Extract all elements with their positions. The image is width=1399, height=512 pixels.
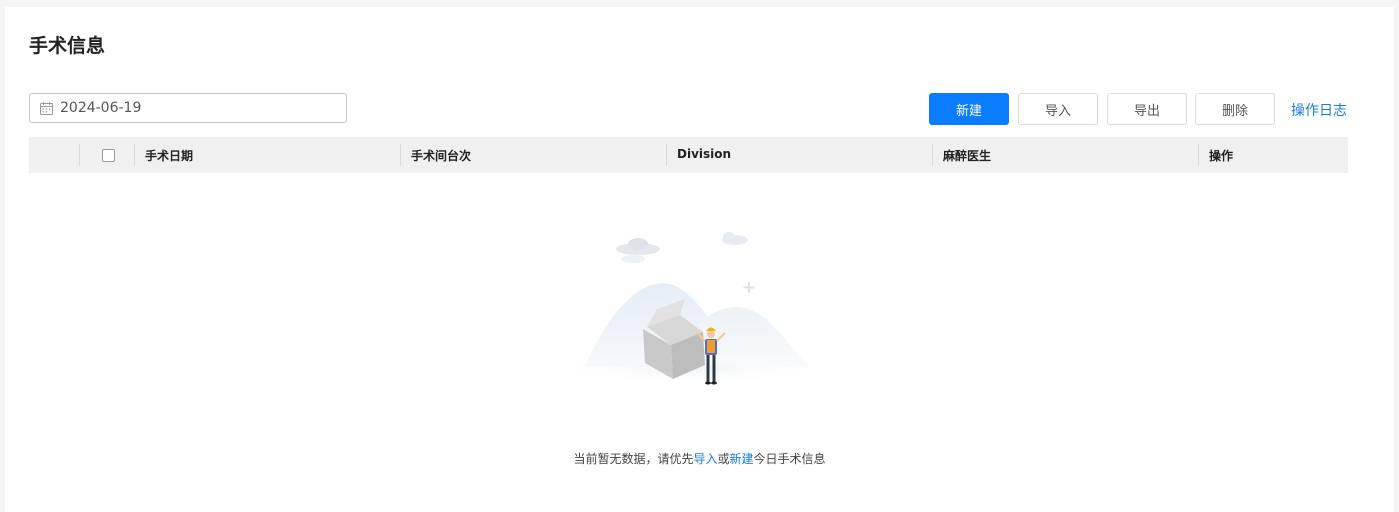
export-button[interactable]: 导出 <box>1107 93 1187 125</box>
empty-text-suffix: 今日手术信息 <box>753 452 826 466</box>
column-header-actions: 操作 <box>1209 149 1234 163</box>
column-header-division[interactable]: Division <box>677 147 731 161</box>
column-header-surgery-date[interactable]: 手术日期 <box>145 147 193 164</box>
empty-state-illustration <box>550 232 830 385</box>
empty-text-or: 或 <box>717 452 730 466</box>
empty-import-link[interactable]: 导入 <box>693 452 717 466</box>
import-button[interactable]: 导入 <box>1018 93 1098 125</box>
column-divider <box>400 144 401 166</box>
column-header-room-sequence[interactable]: 手术间台次 <box>411 147 471 164</box>
table-header: 手术日期 手术间台次 Division 麻醉医生 操作 <box>29 137 1348 173</box>
empty-state-message: 当前暂无数据，请优先导入或新建今日手术信息 <box>5 450 1394 467</box>
column-header-anesthesiologist[interactable]: 麻醉医生 <box>943 147 991 164</box>
calendar-icon <box>40 101 53 115</box>
column-divider <box>79 144 80 166</box>
delete-button[interactable]: 删除 <box>1195 93 1275 125</box>
date-picker[interactable] <box>29 93 347 123</box>
empty-new-link[interactable]: 新建 <box>730 452 754 466</box>
column-divider <box>666 144 667 166</box>
main-panel: 手术信息 新建 导入 导出 删除 操作日志 手术日期 手术间台次 Divisio… <box>5 7 1394 512</box>
new-button[interactable]: 新建 <box>929 93 1009 125</box>
operation-log-link[interactable]: 操作日志 <box>1291 100 1347 120</box>
empty-text-prefix: 当前暂无数据，请优先 <box>573 452 694 466</box>
column-divider <box>134 144 135 166</box>
column-divider <box>932 144 933 166</box>
select-all-checkbox[interactable] <box>102 149 115 162</box>
page-title: 手术信息 <box>29 35 106 57</box>
column-divider <box>1198 144 1199 166</box>
date-input[interactable] <box>60 100 310 116</box>
